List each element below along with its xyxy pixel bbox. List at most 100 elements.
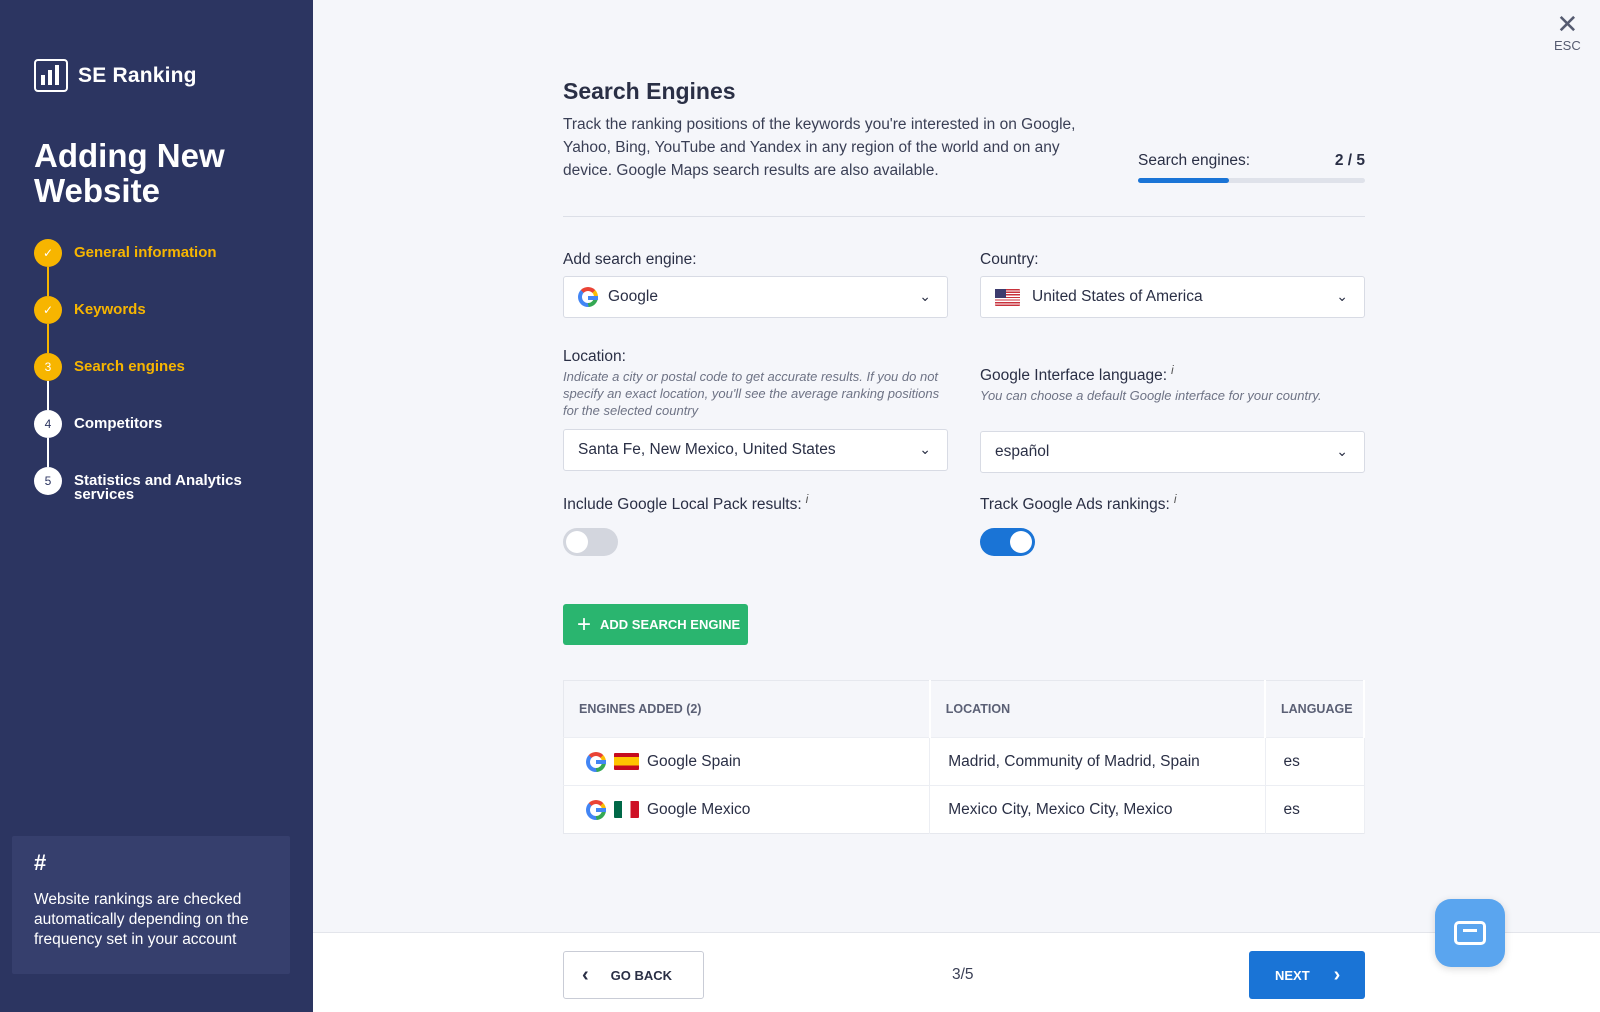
chat-icon — [1454, 921, 1486, 945]
chat-button[interactable] — [1435, 899, 1505, 967]
go-back-button[interactable]: ‹ GO BACK — [563, 951, 704, 999]
location-cell: Madrid, Community of Madrid, Spain — [929, 737, 1266, 786]
chevron-left-icon: ‹ — [582, 964, 589, 986]
country-select[interactable]: United States of America ⌄ — [980, 276, 1365, 318]
sidebar: SE Ranking Adding New Website ✓ General … — [0, 0, 313, 1012]
engine-cell: Google Spain — [563, 737, 931, 786]
language-value: español — [995, 443, 1050, 461]
step-label: Competitors — [74, 415, 163, 432]
mexico-flag-icon — [614, 801, 639, 818]
check-icon: ✓ — [34, 296, 62, 324]
chevron-down-icon: ⌄ — [1336, 443, 1348, 460]
toggle-knob — [1010, 531, 1032, 554]
section-title: Search Engines — [563, 78, 736, 104]
engines-progress: Search engines: 2 / 5 — [1138, 152, 1365, 183]
wizard-steps: ✓ General information ✓ Keywords 3 Searc… — [34, 239, 294, 524]
google-icon — [578, 287, 598, 307]
step-connector — [47, 267, 49, 296]
info-icon[interactable]: i — [1171, 363, 1174, 377]
step-number: 5 — [34, 467, 62, 495]
step-label: General information — [74, 244, 217, 261]
add-search-engine-label: ADD SEARCH ENGINE — [600, 617, 741, 632]
country-label: Country: — [980, 251, 1039, 268]
language-label: Google Interface language: i — [980, 363, 1365, 385]
progress-count: 2 / 5 — [1334, 152, 1365, 169]
column-header-location: LOCATION — [929, 680, 1267, 738]
step-connector — [47, 438, 49, 467]
brand-logo[interactable]: SE Ranking — [34, 59, 197, 92]
section-divider — [563, 216, 1365, 217]
us-flag-icon — [995, 288, 1020, 306]
brand-name: SE Ranking — [78, 63, 197, 87]
wizard-footer: ‹ GO BACK 3/5 NEXT › — [313, 932, 1600, 1012]
ads-label-text: Track Google Ads rankings: — [980, 496, 1170, 514]
language-field: Google Interface language: i You can choo… — [980, 363, 1365, 474]
google-icon — [586, 799, 606, 820]
language-cell: es — [1265, 785, 1365, 834]
column-header-engines: ENGINES ADDED (2) — [563, 680, 931, 738]
step-connector — [47, 381, 49, 410]
step-number: 4 — [34, 410, 62, 438]
local-pack-label: Include Google Local Pack results: i — [563, 492, 948, 514]
info-icon[interactable]: i — [1174, 492, 1177, 506]
section-description: Track the ranking positions of the keywo… — [563, 116, 1076, 179]
location-field: Location: Indicate a city or postal code… — [563, 348, 948, 471]
step-search-engines[interactable]: 3 Search engines — [34, 353, 294, 410]
step-label: Search engines — [74, 358, 185, 375]
toggle-knob — [566, 531, 588, 554]
chevron-down-icon: ⌄ — [919, 288, 931, 304]
wizard-title: Adding New Website — [34, 137, 225, 209]
hash-icon: # — [34, 850, 47, 875]
engine-cell: Google Mexico — [563, 785, 931, 834]
progress-fill — [1138, 178, 1229, 183]
next-label: NEXT — [1275, 967, 1310, 983]
ads-label: Track Google Ads rankings: i — [980, 492, 1365, 514]
step-statistics-analytics[interactable]: 5 Statistics and Analytics services — [34, 467, 294, 524]
close-icon: ✕ — [1556, 9, 1579, 39]
chevron-right-icon: › — [1333, 964, 1341, 986]
close-button[interactable]: ✕ ESC — [1554, 9, 1581, 53]
language-select[interactable]: español ⌄ — [980, 431, 1365, 474]
location-hint: Indicate a city or postal code to get ac… — [563, 369, 940, 418]
progress-track — [1138, 178, 1365, 183]
bar-chart-icon — [34, 59, 68, 92]
chevron-down-icon: ⌄ — [1336, 288, 1348, 304]
tip-text: Website rankings are checked automatical… — [34, 891, 249, 948]
progress-label: Search engines: — [1138, 152, 1251, 169]
location-cell: Mexico City, Mexico City, Mexico — [929, 785, 1266, 834]
google-icon — [586, 751, 606, 772]
local-pack-label-text: Include Google Local Pack results: — [563, 496, 802, 514]
local-pack-toggle[interactable] — [563, 528, 618, 557]
step-general-information[interactable]: ✓ General information — [34, 239, 294, 296]
step-label: Keywords — [74, 301, 146, 318]
location-value: Santa Fe, New Mexico, United States — [578, 441, 836, 458]
ads-toggle[interactable] — [980, 528, 1035, 557]
table-row[interactable]: Google Mexico Mexico City, Mexico City, … — [563, 785, 1365, 834]
step-connector — [47, 324, 49, 353]
info-icon[interactable]: i — [806, 492, 809, 506]
go-back-label: GO BACK — [610, 967, 673, 983]
check-icon: ✓ — [34, 239, 62, 267]
add-search-engine-button[interactable]: + ADD SEARCH ENGINE — [563, 604, 748, 645]
location-select[interactable]: Santa Fe, New Mexico, United States ⌄ — [563, 429, 948, 471]
search-engine-label: Add search engine: — [563, 251, 697, 268]
step-pager: 3/5 — [952, 966, 974, 983]
table-row[interactable]: Google Spain Madrid, Community of Madrid… — [563, 737, 1365, 786]
location-label: Location: — [563, 348, 626, 365]
language-hint: You can choose a default Google interfac… — [980, 388, 1322, 404]
search-engine-field: Add search engine: Google ⌄ — [563, 251, 948, 318]
country-field: Country: United States of America ⌄ — [980, 251, 1365, 318]
step-number: 3 — [34, 353, 62, 381]
search-engine-select[interactable]: Google ⌄ — [563, 276, 948, 318]
engines-table: ENGINES ADDED (2) LOCATION LANGUAGE Goog… — [563, 680, 1365, 834]
engine-name: Google Mexico — [647, 800, 751, 818]
spain-flag-icon — [614, 753, 639, 770]
column-header-language: LANGUAGE — [1265, 680, 1365, 738]
local-pack-field: Include Google Local Pack results: i — [563, 492, 948, 557]
step-competitors[interactable]: 4 Competitors — [34, 410, 294, 467]
language-label-text: Google Interface language: — [980, 367, 1167, 385]
next-button[interactable]: NEXT › — [1249, 951, 1365, 999]
country-value: United States of America — [1032, 288, 1203, 305]
table-header-row: ENGINES ADDED (2) LOCATION LANGUAGE — [563, 680, 1365, 738]
step-keywords[interactable]: ✓ Keywords — [34, 296, 294, 353]
